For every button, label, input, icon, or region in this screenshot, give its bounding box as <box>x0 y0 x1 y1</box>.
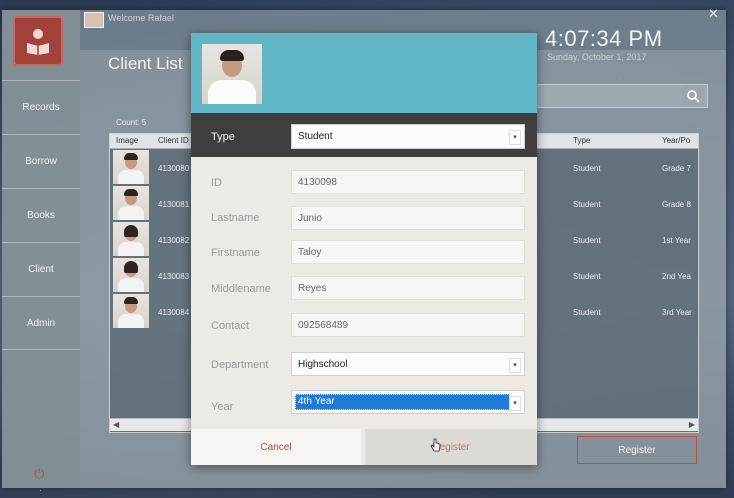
lastname-label: Lastname <box>211 212 260 224</box>
cell-year: 3rd Year <box>662 308 692 317</box>
avatar <box>84 12 104 28</box>
year-selected-option[interactable]: 4th Year <box>295 394 510 410</box>
cell-client-id: 4130083 <box>158 272 190 281</box>
middlename-field[interactable]: Reyes <box>291 276 525 300</box>
close-icon[interactable]: ✕ <box>708 6 719 22</box>
register-button[interactable]: Register <box>577 436 697 464</box>
lastname-field[interactable]: Junio <box>291 206 525 230</box>
chevron-down-icon[interactable]: ▾ <box>509 358 521 373</box>
year-label: Year <box>211 401 234 413</box>
firstname-label: Firstname <box>211 247 260 259</box>
contact-label: Contact <box>211 320 249 332</box>
cell-type: Student <box>573 272 601 281</box>
sidebar-item-client[interactable]: Client <box>2 242 80 295</box>
date-text: Sunday, October 1, 2017 <box>547 52 647 62</box>
scroll-right-icon[interactable]: ▶ <box>689 420 695 429</box>
logo <box>13 16 63 66</box>
client-photo <box>113 150 149 184</box>
id-field[interactable]: 4130098 <box>291 170 525 194</box>
sidebar-item-admin[interactable]: Admin <box>2 296 80 350</box>
type-value: Student <box>298 131 333 142</box>
page-title: Client List <box>108 54 183 73</box>
sidebar: Records Borrow Books Client Admin ⏻ <box>2 10 80 488</box>
cell-type: Student <box>573 200 601 209</box>
count-label: Count: 5 <box>116 118 147 127</box>
scroll-left-icon[interactable]: ◀ <box>113 420 119 429</box>
clock: 4:07:34 PM <box>545 26 663 51</box>
cell-year: 1st Year <box>662 236 691 245</box>
cell-type: Student <box>573 236 601 245</box>
cell-year: Grade 7 <box>662 164 691 173</box>
client-photo[interactable] <box>202 44 262 104</box>
cell-client-id: 4130081 <box>158 200 190 209</box>
cell-client-id: 4130084 <box>158 308 190 317</box>
search-button[interactable] <box>682 85 704 106</box>
power-icon[interactable]: ⏻ <box>34 466 44 482</box>
column-header-image[interactable]: Image <box>116 136 138 145</box>
cell-year: Grade 8 <box>662 200 691 209</box>
register-client-dialog: Type Student ▾ ID 4130098 Lastname Junio… <box>191 33 537 465</box>
dialog-register-button[interactable]: Register <box>365 429 537 465</box>
welcome-text: Welcome Rafael <box>108 13 174 23</box>
middlename-label: Middlename <box>211 283 271 295</box>
reader-book-icon <box>27 29 49 55</box>
type-select[interactable]: Student ▾ <box>291 124 525 149</box>
firstname-field[interactable]: Taloy <box>291 240 525 264</box>
dialog-header <box>191 33 537 113</box>
type-label: Type <box>211 131 235 143</box>
column-header-client-id[interactable]: Client ID <box>158 136 189 145</box>
department-label: Department <box>211 359 269 371</box>
id-label: ID <box>211 177 222 189</box>
client-photo <box>113 222 149 256</box>
sidebar-item-books[interactable]: Books <box>2 188 80 241</box>
client-photo <box>113 294 149 328</box>
cell-year: 2nd Yea <box>662 272 691 281</box>
column-header-type[interactable]: Type <box>573 136 590 145</box>
department-select[interactable]: Highschool ▾ <box>291 352 525 376</box>
department-value: Highschool <box>298 359 348 370</box>
cell-client-id: 4130082 <box>158 236 190 245</box>
cell-type: Student <box>573 164 601 173</box>
sidebar-item-records[interactable]: Records <box>2 80 80 133</box>
client-photo <box>113 186 149 220</box>
chevron-down-icon[interactable]: ▾ <box>509 396 521 411</box>
contact-field[interactable]: 092568489 <box>291 313 525 337</box>
sidebar-item-borrow[interactable]: Borrow <box>2 134 80 187</box>
cell-client-id: 4130080 <box>158 164 190 173</box>
cancel-button[interactable]: Cancel <box>191 429 361 465</box>
chevron-down-icon[interactable]: ▾ <box>509 130 521 145</box>
column-header-year[interactable]: Year/Po <box>662 136 690 145</box>
cell-type: Student <box>573 308 601 317</box>
search-icon <box>687 89 700 103</box>
client-photo <box>113 258 149 292</box>
year-select[interactable]: 4th Year ▾ <box>291 390 525 414</box>
hand-cursor-icon <box>430 438 441 452</box>
